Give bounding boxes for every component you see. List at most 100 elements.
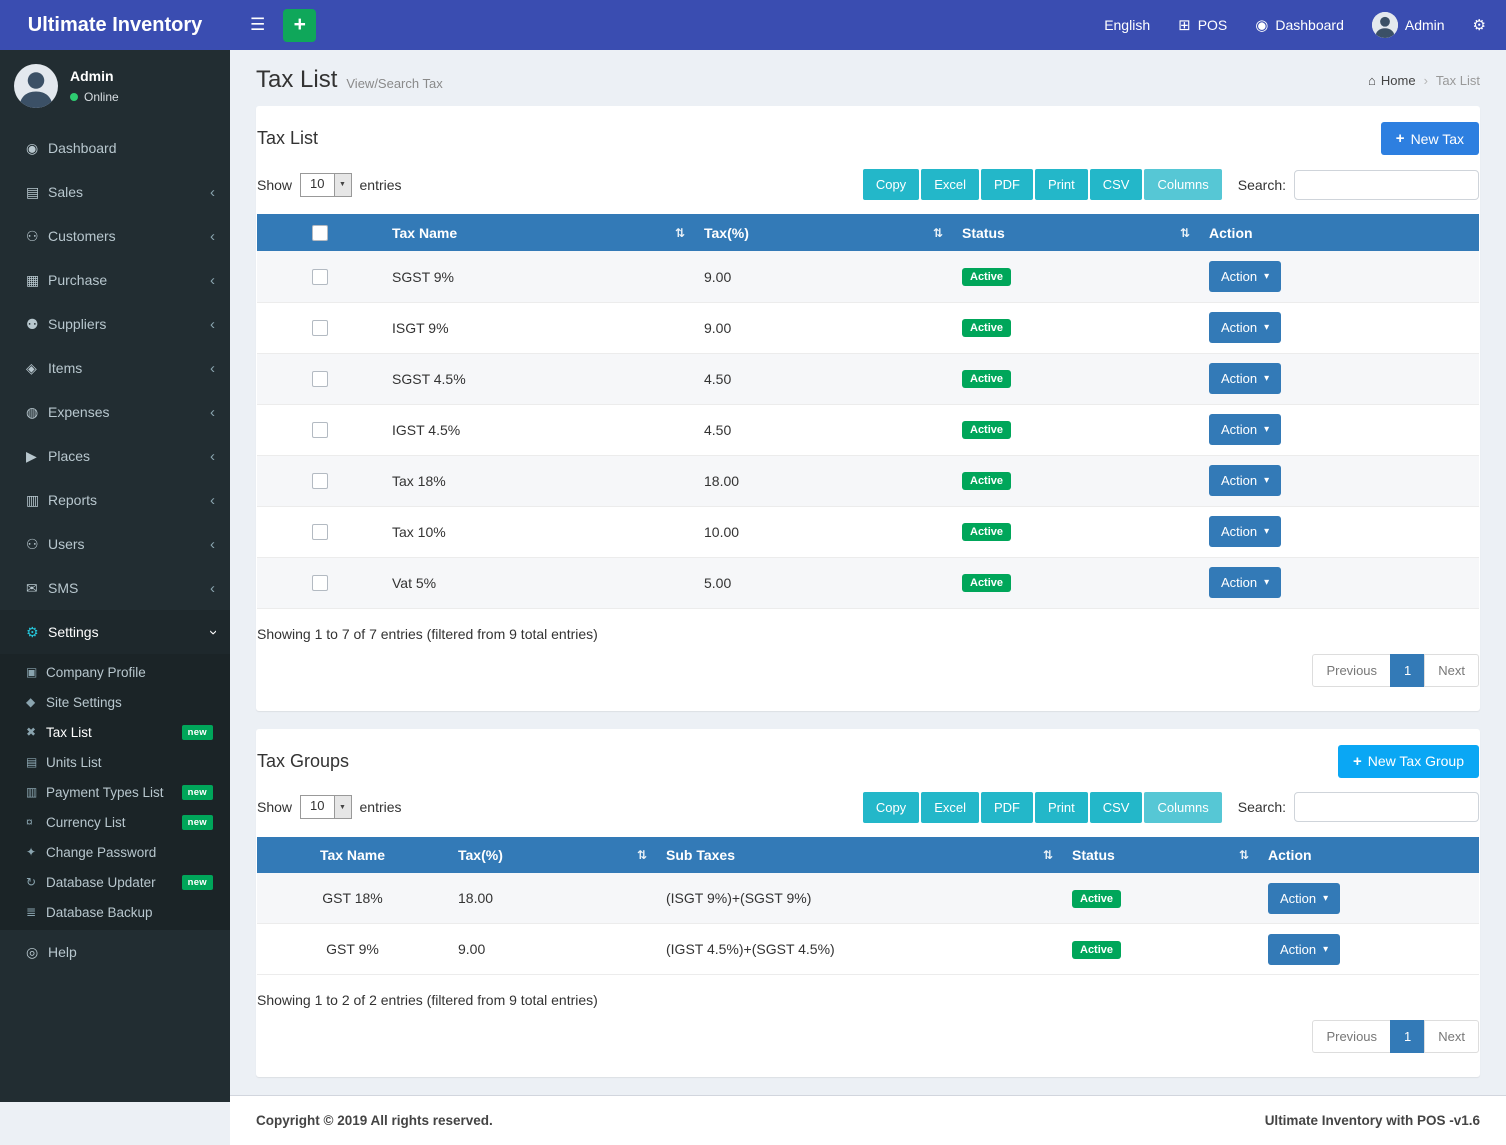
export-buttons: Copy Excel PDF Print CSV Columns: [863, 169, 1222, 200]
sidebar-item-sales[interactable]: ▤ Sales ‹: [0, 170, 230, 214]
print-button[interactable]: Print: [1035, 169, 1088, 200]
excel-button[interactable]: Excel: [921, 169, 979, 200]
sidebar-item-dashboard[interactable]: ◉ Dashboard: [0, 126, 230, 170]
columns-button[interactable]: Columns: [1144, 792, 1221, 823]
menu-toggle-icon[interactable]: ☰: [250, 15, 265, 35]
previous-page-button[interactable]: Previous: [1312, 1020, 1391, 1053]
settings-menu[interactable]: ⚙: [1473, 16, 1486, 34]
sidebar-item-users[interactable]: ⚇ Users ‹: [0, 522, 230, 566]
columns-button[interactable]: Columns: [1144, 169, 1221, 200]
action-button[interactable]: Action▾: [1268, 934, 1340, 965]
page-size-select[interactable]: 10 ▼: [300, 795, 351, 819]
sidebar-item-purchase[interactable]: ▦ Purchase ‹: [0, 258, 230, 302]
row-checkbox[interactable]: [312, 524, 328, 540]
sidebar-item-expenses[interactable]: ◍ Expenses ‹: [0, 390, 230, 434]
tax-groups-table: Tax Name Tax(%)⇅ Sub Taxes⇅ Status⇅ Acti…: [257, 837, 1479, 976]
user-menu[interactable]: Admin: [1372, 12, 1445, 38]
sidebar-subitem-currency-list[interactable]: ¤ Currency List new: [0, 807, 230, 837]
sidebar-subitem-change-password[interactable]: ✦ Change Password: [0, 837, 230, 867]
sidebar-subitem-tax-list[interactable]: ✖ Tax List new: [0, 717, 230, 747]
page-size-select[interactable]: 10 ▼: [300, 173, 351, 197]
tax-pct-cell: 9.00: [694, 302, 952, 353]
sidebar-item-suppliers[interactable]: ⚉ Suppliers ‹: [0, 302, 230, 346]
action-button[interactable]: Action▾: [1209, 567, 1281, 598]
new-badge: new: [182, 725, 213, 740]
sidebar-item-items[interactable]: ◈ Items ‹: [0, 346, 230, 390]
sidebar-item-places[interactable]: ▶ Places ‹: [0, 434, 230, 478]
copy-button[interactable]: Copy: [863, 169, 919, 200]
column-header-status[interactable]: Status⇅: [952, 214, 1199, 251]
page-number-button[interactable]: 1: [1390, 1020, 1425, 1053]
row-checkbox[interactable]: [312, 473, 328, 489]
sidebar-item-customers[interactable]: ⚇ Customers ‹: [0, 214, 230, 258]
column-label: Tax(%): [704, 225, 749, 241]
next-page-button[interactable]: Next: [1424, 654, 1479, 687]
excel-button[interactable]: Excel: [921, 792, 979, 823]
column-label: Action: [1268, 847, 1312, 863]
sidebar-item-help[interactable]: ◎ Help: [0, 930, 230, 974]
pdf-button[interactable]: PDF: [981, 169, 1033, 200]
action-button[interactable]: Action▾: [1209, 516, 1281, 547]
dashboard-link[interactable]: ◉ Dashboard: [1255, 16, 1344, 34]
search-input[interactable]: [1294, 792, 1479, 822]
sidebar-subitem-database-backup[interactable]: ≣ Database Backup: [0, 897, 230, 927]
column-header-sub-taxes[interactable]: Sub Taxes⇅: [656, 837, 1062, 873]
row-checkbox[interactable]: [312, 575, 328, 591]
pdf-button[interactable]: PDF: [981, 792, 1033, 823]
search-input[interactable]: [1294, 170, 1479, 200]
action-button[interactable]: Action▾: [1209, 465, 1281, 496]
column-header-tax-pct[interactable]: Tax(%)⇅: [694, 214, 952, 251]
new-tax-button[interactable]: + New Tax: [1381, 122, 1479, 155]
currency-icon: ¤: [26, 815, 46, 829]
column-label: Sub Taxes: [666, 847, 735, 863]
csv-button[interactable]: CSV: [1090, 792, 1143, 823]
action-button[interactable]: Action▾: [1209, 312, 1281, 343]
pagination: Previous 1 Next: [1313, 1020, 1479, 1053]
action-button[interactable]: Action▾: [1209, 363, 1281, 394]
action-button[interactable]: Action▾: [1209, 261, 1281, 292]
page-number-button[interactable]: 1: [1390, 654, 1425, 687]
chevron-left-icon: ‹: [210, 184, 215, 201]
subitem-label: Units List: [46, 755, 102, 770]
row-checkbox[interactable]: [312, 320, 328, 336]
gauge-icon: ◉: [1255, 16, 1268, 34]
plus-icon: +: [1353, 753, 1362, 770]
page-size-control: Show 10 ▼ entries: [257, 795, 402, 819]
sidebar-subitem-database-updater[interactable]: ↻ Database Updater new: [0, 867, 230, 897]
sidebar-item-sms[interactable]: ✉ SMS ‹: [0, 566, 230, 610]
select-all-checkbox[interactable]: [312, 225, 328, 241]
language-menu[interactable]: English: [1104, 17, 1150, 33]
sidebar-item-settings[interactable]: ⚙ Settings ‹: [0, 610, 230, 654]
column-header-tax-pct[interactable]: Tax(%)⇅: [448, 837, 656, 873]
breadcrumb-home[interactable]: ⌂ Home: [1368, 73, 1416, 88]
tax-pct-cell: 5.00: [694, 557, 952, 608]
row-checkbox[interactable]: [312, 422, 328, 438]
database-icon: ≣: [26, 905, 46, 919]
tax-pct-cell: 9.00: [694, 251, 952, 302]
subitem-label: Database Updater: [46, 875, 156, 890]
sidebar-subitem-payment-types-list[interactable]: ▥ Payment Types List new: [0, 777, 230, 807]
column-header-status[interactable]: Status⇅: [1062, 837, 1258, 873]
tax-name-cell: ISGT 9%: [382, 302, 694, 353]
row-checkbox[interactable]: [312, 269, 328, 285]
tax-pct-cell: 4.50: [694, 404, 952, 455]
pos-link[interactable]: ⊞ POS: [1178, 16, 1227, 34]
previous-page-button[interactable]: Previous: [1312, 654, 1391, 687]
action-button[interactable]: Action▾: [1268, 883, 1340, 914]
next-page-button[interactable]: Next: [1424, 1020, 1479, 1053]
new-tax-group-button[interactable]: + New Tax Group: [1338, 745, 1479, 778]
sidebar-item-reports[interactable]: ▥ Reports ‹: [0, 478, 230, 522]
table-row: Vat 5% 5.00 Active Action▾: [257, 557, 1479, 608]
sidebar-subitem-site-settings[interactable]: ◆ Site Settings: [0, 687, 230, 717]
sidebar-subitem-company-profile[interactable]: ▣ Company Profile: [0, 657, 230, 687]
sidebar-subitem-units-list[interactable]: ▤ Units List: [0, 747, 230, 777]
quick-add-button[interactable]: +: [283, 9, 316, 42]
copy-button[interactable]: Copy: [863, 792, 919, 823]
print-button[interactable]: Print: [1035, 792, 1088, 823]
action-button[interactable]: Action▾: [1209, 414, 1281, 445]
column-header-tax-name[interactable]: Tax Name: [257, 837, 448, 873]
action-label: Action: [1221, 422, 1257, 437]
column-header-tax-name[interactable]: Tax Name⇅: [382, 214, 694, 251]
csv-button[interactable]: CSV: [1090, 169, 1143, 200]
row-checkbox[interactable]: [312, 371, 328, 387]
